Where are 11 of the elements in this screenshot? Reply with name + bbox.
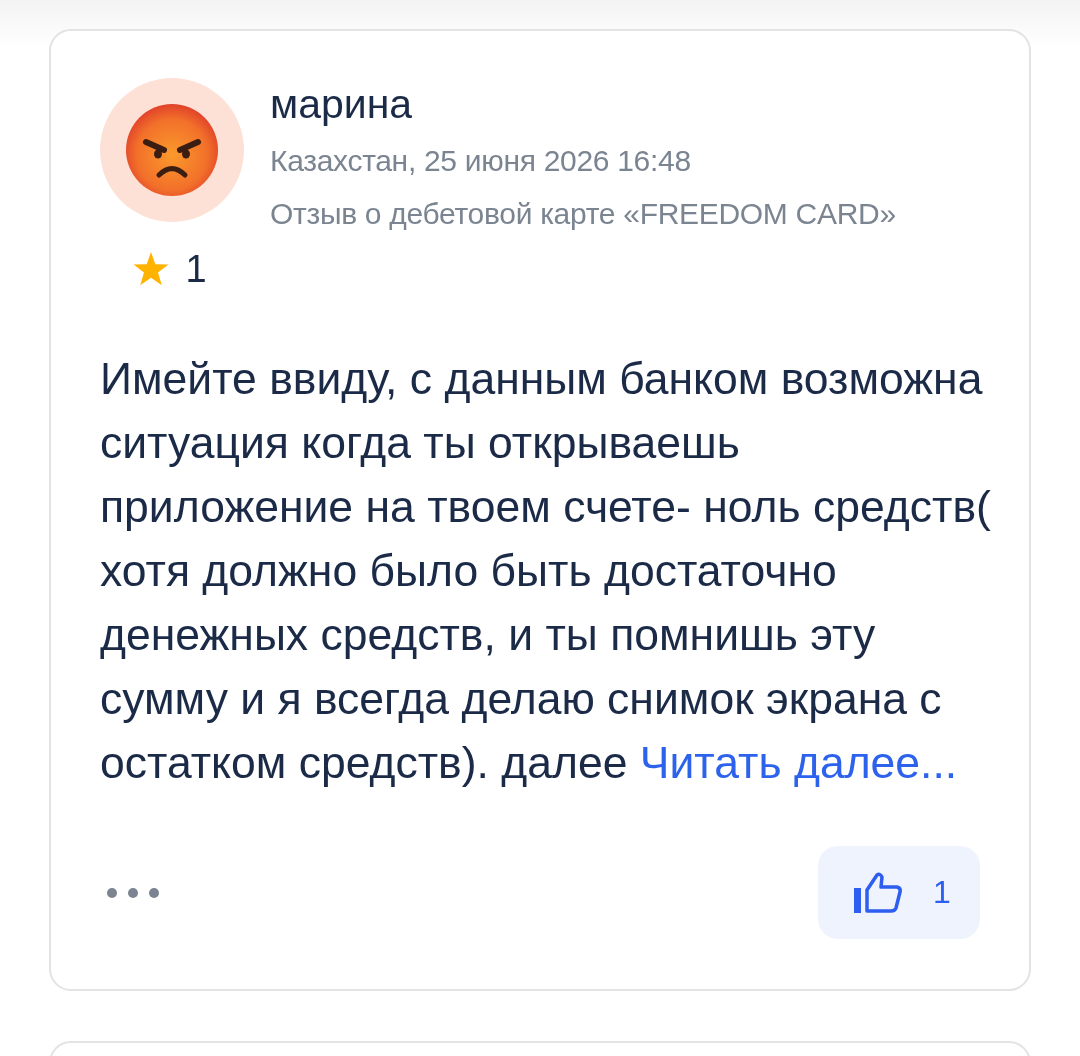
author-name: марина xyxy=(270,80,413,128)
star-icon xyxy=(133,252,170,286)
read-more-link[interactable]: Читать далее... xyxy=(639,738,958,787)
thumbs-up-icon xyxy=(853,871,904,914)
more-options-icon[interactable] xyxy=(106,886,160,899)
review-text: Имейте ввиду, с данным банком возможна ситуация когда ты открываешь приложение на твоем счете- ноль средств( хотя должно было быть достаточно денежных средств, и ты помнишь эту сумму и я всегда делаю снимок экрана с остатком средств). далее Читать далее... xyxy=(100,353,992,789)
like-button[interactable]: 1 xyxy=(818,846,980,939)
angry-face-icon xyxy=(126,104,218,196)
review-subject: Отзыв о дебетовой карте «FREEDOM CARD» xyxy=(270,196,896,232)
rating-value: 1 xyxy=(185,249,207,289)
review-location-date: Казахстан, 25 июня 2026 16:48 xyxy=(270,143,691,179)
